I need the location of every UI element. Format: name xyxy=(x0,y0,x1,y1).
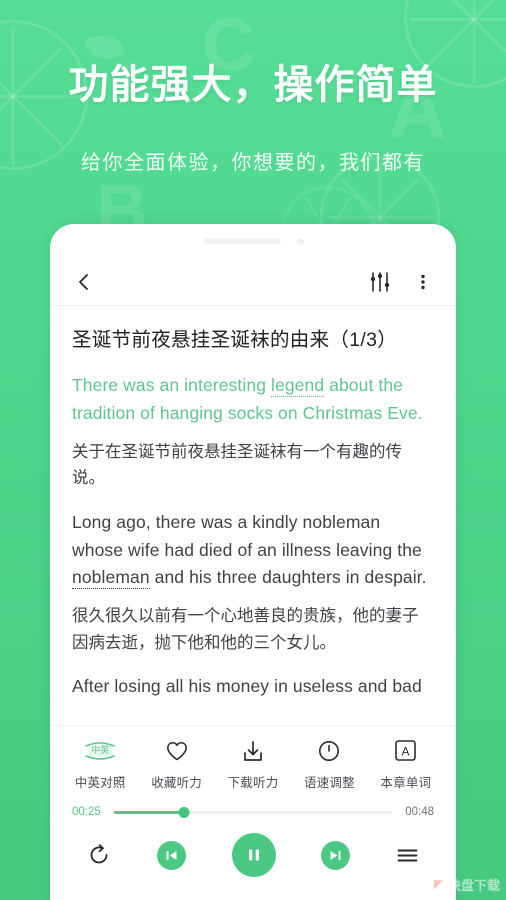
paragraph-text-pre: There was an interesting xyxy=(72,375,271,396)
play-pause-circle xyxy=(231,833,276,877)
app-header xyxy=(50,258,456,306)
prev-button[interactable] xyxy=(157,840,187,870)
sliders-icon xyxy=(370,271,390,292)
page-subtitle: 给你全面体验，你想要的，我们都有 xyxy=(81,152,425,174)
paragraph-en: Long ago, there was a kindly nobleman wh… xyxy=(72,509,434,592)
article-title: 圣诞节前夜悬挂圣诞袜的由来（1/3） xyxy=(72,329,398,351)
current-time-label: 00:25 xyxy=(72,806,101,818)
page-title: 功能强大，操作简单 xyxy=(68,63,438,107)
phone-notch xyxy=(50,224,456,258)
download-glyph xyxy=(244,740,262,761)
pause-icon xyxy=(248,849,259,861)
more-vertical-icon xyxy=(421,274,425,289)
speaker-grille-icon xyxy=(202,238,281,244)
paragraph-en: After losing all his money in useless an… xyxy=(72,676,422,697)
chevron-left-icon xyxy=(79,273,88,290)
tool-row: 中英 中英对照 收藏听力 下载听力 语速调整 A 本章单词 xyxy=(50,725,456,799)
cn-en-compare-icon: 中英 xyxy=(83,738,117,763)
tool-item-speed[interactable]: 语速调整 xyxy=(291,738,367,791)
vocab-word[interactable]: nobleman xyxy=(72,567,150,590)
play-pause-button[interactable] xyxy=(231,833,276,877)
list-icon xyxy=(397,849,418,861)
tool-item-cn-en-compare[interactable]: 中英 中英对照 xyxy=(62,738,138,791)
promo-headline-block: 功能强大，操作简单 给你全面体验，你想要的，我们都有 xyxy=(0,52,506,175)
app-logo-icon: ◤ xyxy=(433,877,444,891)
vocab-word[interactable]: legend xyxy=(271,375,325,398)
letter-a-box-icon: A xyxy=(394,738,417,763)
settings-button[interactable] xyxy=(368,270,392,294)
playlist-button[interactable] xyxy=(395,843,420,868)
tool-item-download[interactable]: 下载听力 xyxy=(215,738,291,791)
watermark-text: 快盘下载 xyxy=(447,878,500,893)
skip-next-icon xyxy=(330,850,341,860)
paragraph-cn: 关于在圣诞节前夜悬挂圣诞袜有一个有趣的传说。 xyxy=(72,442,402,488)
paragraph-text-pre: Long ago, there was a kindly nobleman wh… xyxy=(72,511,422,560)
repeat-icon xyxy=(90,844,108,864)
prev-button-circle xyxy=(157,840,187,870)
progress-thumb[interactable] xyxy=(178,806,189,818)
tool-label: 收藏听力 xyxy=(151,776,203,790)
paragraph-en: There was an interesting legend about th… xyxy=(72,372,434,427)
tool-item-favorite[interactable]: 收藏听力 xyxy=(138,738,214,791)
back-button[interactable] xyxy=(72,270,96,294)
total-time-label: 00:48 xyxy=(405,806,434,818)
tool-label: 中英对照 xyxy=(74,776,126,790)
article-content[interactable]: 圣诞节前夜悬挂圣诞袜的由来（1/3） There was an interest… xyxy=(50,306,456,725)
paragraph-text-post: and his three daughters in despair. xyxy=(149,567,427,588)
download-icon xyxy=(241,738,265,763)
front-camera-icon xyxy=(296,237,304,245)
heart-icon xyxy=(165,738,189,763)
phone-mockup: 圣诞节前夜悬挂圣诞袜的由来（1/3） There was an interest… xyxy=(50,224,456,900)
boxed-a-glyph: A xyxy=(395,740,417,761)
heart-glyph xyxy=(166,741,187,760)
playback-controls xyxy=(50,823,456,891)
svg-text:A: A xyxy=(402,745,410,759)
tool-label: 下载听力 xyxy=(227,776,279,790)
more-options-button[interactable] xyxy=(392,270,434,294)
tool-item-vocabulary[interactable]: A 本章单词 xyxy=(368,738,444,791)
tool-label: 本章单词 xyxy=(380,776,432,790)
arc-brackets-icon xyxy=(85,741,115,760)
paragraph-cn: 很久很久以前有一个心地善良的贵族，他的妻子因病去逝，抛下他和他的三个女儿。 xyxy=(72,606,419,652)
repeat-button[interactable] xyxy=(86,842,112,868)
progress-slider[interactable] xyxy=(114,805,392,819)
tool-label: 语速调整 xyxy=(304,776,355,790)
next-button-circle xyxy=(320,840,350,870)
gauge-glyph xyxy=(319,740,340,761)
progress-row: 00:25 00:48 xyxy=(50,799,456,823)
speed-gauge-icon xyxy=(317,738,341,763)
watermark: ◤ 快盘下载 xyxy=(432,875,500,894)
next-button[interactable] xyxy=(320,840,350,870)
progress-fill xyxy=(114,810,184,814)
skip-previous-icon xyxy=(166,850,177,860)
